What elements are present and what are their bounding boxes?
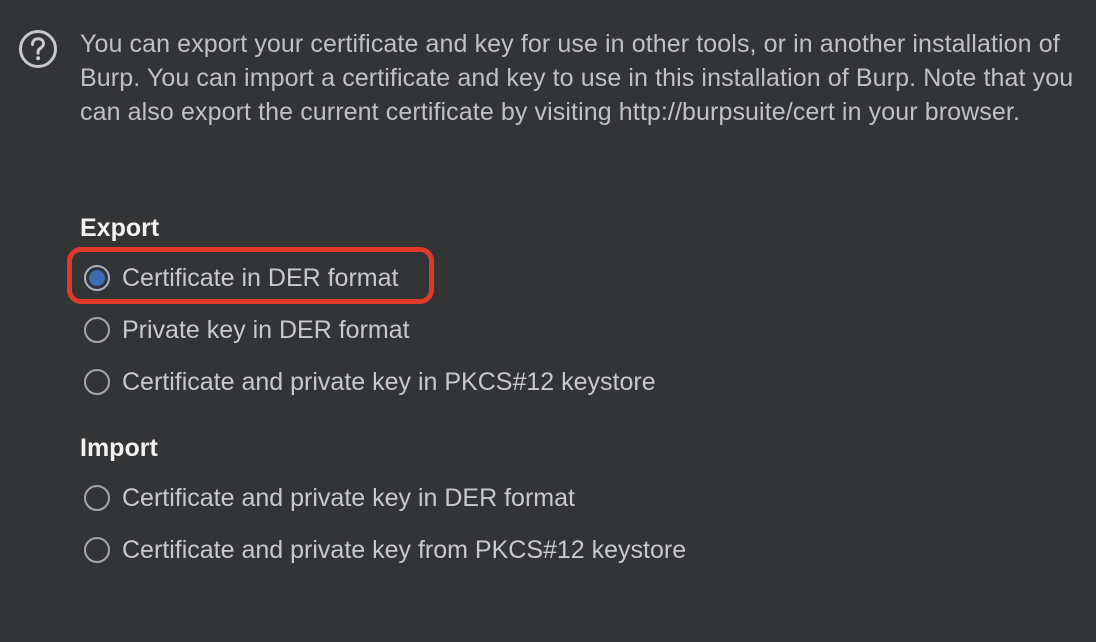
- radio-button[interactable]: [84, 485, 110, 511]
- export-option-pkcs12[interactable]: Certificate and private key in PKCS#12 k…: [84, 367, 656, 397]
- help-icon[interactable]: [18, 29, 58, 69]
- import-option-label: Certificate and private key from PKCS#12…: [122, 535, 687, 564]
- import-option-der[interactable]: Certificate and private key in DER forma…: [84, 483, 575, 513]
- radio-button[interactable]: [84, 317, 110, 343]
- export-heading: Export: [80, 214, 160, 242]
- help-description: You can export your certificate and key …: [80, 30, 1074, 126]
- export-option-label: Private key in DER format: [122, 315, 410, 344]
- import-option-pkcs12[interactable]: Certificate and private key from PKCS#12…: [84, 535, 686, 565]
- import-heading: Import: [80, 434, 158, 462]
- annotation-highlight-box: [67, 247, 434, 304]
- radio-button[interactable]: [84, 369, 110, 395]
- export-option-private-key-der[interactable]: Private key in DER format: [84, 315, 410, 345]
- export-option-label: Certificate and private key in PKCS#12 k…: [122, 367, 656, 396]
- import-option-label: Certificate and private key in DER forma…: [122, 483, 575, 512]
- radio-button[interactable]: [84, 537, 110, 563]
